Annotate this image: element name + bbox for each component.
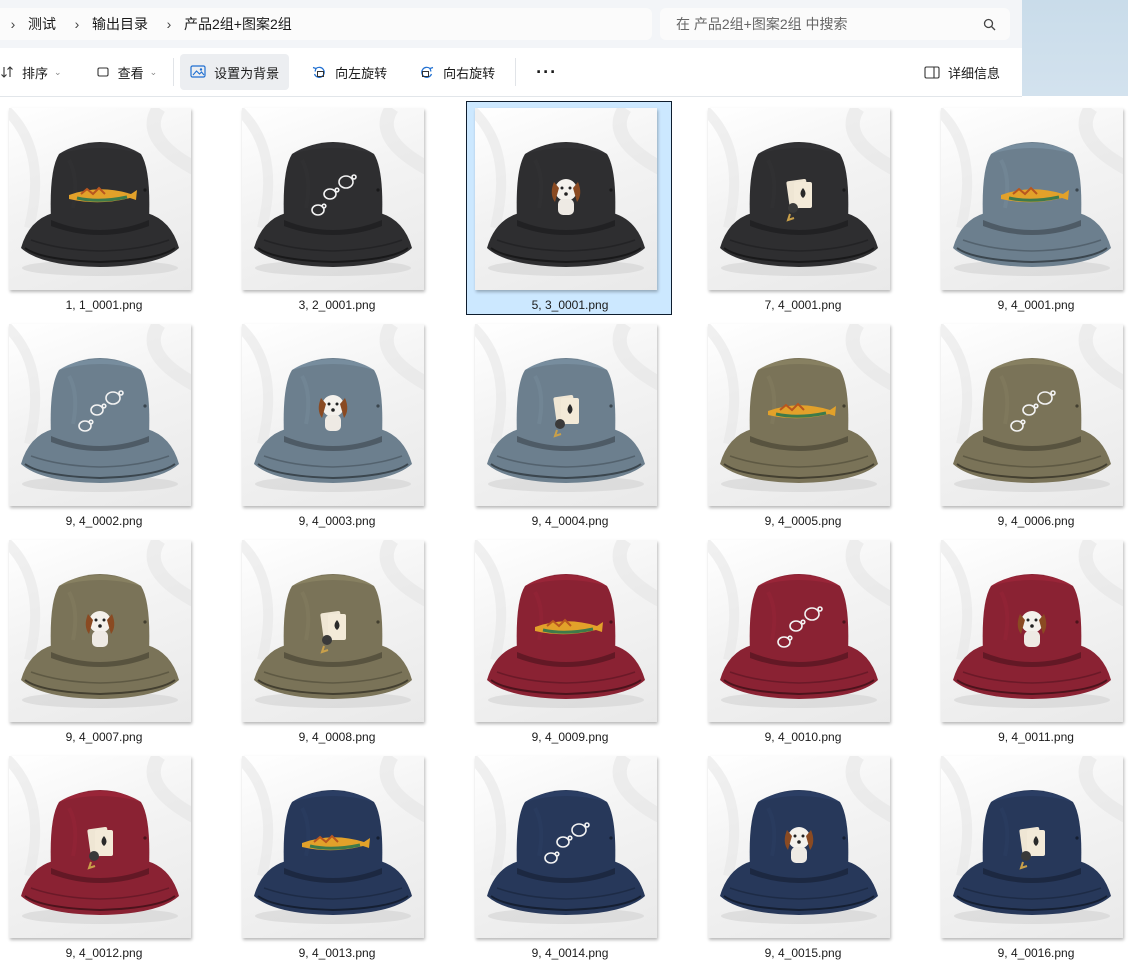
file-item[interactable]: 9, 4_0016.png (932, 749, 1128, 963)
sort-icon (1, 66, 13, 78)
view-icon (97, 67, 109, 77)
sort-label: 排序 (22, 65, 49, 81)
rotate-right-icon (421, 66, 434, 78)
file-thumbnail[interactable] (9, 540, 191, 722)
chevron-right-icon[interactable]: › (64, 16, 90, 32)
rotate-right-label: 向右旋转 (443, 65, 496, 81)
file-name: 9, 4_0016.png (997, 946, 1075, 960)
rotate-right-button[interactable]: 向右旋转 (409, 54, 505, 90)
file-thumbnail[interactable] (708, 540, 890, 722)
file-item[interactable]: 9, 4_0004.png (466, 317, 672, 531)
file-thumbnail[interactable] (242, 324, 424, 506)
set-background-icon (190, 65, 206, 78)
file-name: 9, 4_0012.png (65, 946, 143, 960)
file-thumbnail[interactable] (941, 540, 1123, 722)
toolbar-divider (173, 58, 175, 86)
file-name: 9, 4_0013.png (298, 946, 376, 960)
file-item[interactable]: 9, 4_0010.png (699, 533, 905, 747)
file-item[interactable]: 9, 4_0009.png (466, 533, 672, 747)
file-item[interactable]: 7, 4_0001.png (699, 101, 905, 315)
file-name: 9, 4_0003.png (298, 514, 376, 528)
view-button[interactable]: 查看 ⌄ (86, 54, 168, 90)
file-name: 5, 3_0001.png (531, 298, 609, 312)
file-name: 9, 4_0005.png (764, 514, 842, 528)
file-name: 9, 4_0011.png (998, 730, 1074, 744)
breadcrumb-test[interactable]: 测试 (26, 14, 64, 34)
file-name: 9, 4_0015.png (764, 946, 842, 960)
file-thumbnail[interactable] (941, 108, 1123, 290)
rotate-left-icon (312, 66, 325, 78)
file-name: 9, 4_0002.png (65, 514, 143, 528)
file-item[interactable]: 5, 3_0001.png (466, 101, 672, 315)
file-thumbnail[interactable] (475, 756, 657, 938)
file-name: 9, 4_0007.png (65, 730, 143, 744)
file-item[interactable]: 9, 4_0003.png (233, 317, 439, 531)
more-options-button[interactable]: ··· (522, 54, 571, 90)
file-thumbnail[interactable] (475, 108, 657, 290)
details-pane-icon (924, 65, 940, 79)
details-label: 详细信息 (947, 65, 1000, 81)
file-item[interactable]: 9, 4_0005.png (699, 317, 905, 531)
file-thumbnail[interactable] (242, 108, 424, 290)
rotate-left-button[interactable]: 向左旋转 (301, 54, 397, 90)
rotate-left-label: 向左旋转 (335, 65, 388, 81)
file-thumbnail[interactable] (941, 324, 1123, 506)
file-thumbnail[interactable] (475, 540, 657, 722)
file-name: 9, 4_0010.png (764, 730, 842, 744)
file-item[interactable]: 9, 4_0011.png (932, 533, 1128, 747)
view-label: 查看 (117, 65, 144, 81)
file-name: 9, 4_0006.png (997, 514, 1075, 528)
title-area: › 测试 › 输出目录 › 产品2组+图案2组 (0, 0, 1022, 48)
file-item[interactable]: 9, 4_0015.png (699, 749, 905, 963)
file-thumbnail[interactable] (242, 756, 424, 938)
file-thumbnail[interactable] (475, 324, 657, 506)
file-thumbnail[interactable] (242, 540, 424, 722)
file-name: 9, 4_0004.png (531, 514, 609, 528)
file-thumbnail[interactable] (9, 108, 191, 290)
file-thumbnail[interactable] (708, 756, 890, 938)
file-item[interactable]: 9, 4_0014.png (466, 749, 672, 963)
toolbar-divider (515, 58, 517, 86)
chevron-right-icon[interactable]: › (0, 16, 26, 32)
file-name: 1, 1_0001.png (65, 298, 143, 312)
file-name: 7, 4_0001.png (764, 298, 842, 312)
file-item[interactable]: 9, 4_0013.png (233, 749, 439, 963)
file-name: 9, 4_0001.png (997, 298, 1075, 312)
sort-button[interactable]: 排序 ⌄ (0, 54, 72, 90)
file-thumbnail[interactable] (708, 108, 890, 290)
breadcrumb-current-folder[interactable]: 产品2组+图案2组 (182, 14, 300, 34)
chevron-down-icon: ⌄ (54, 66, 62, 77)
file-thumbnail[interactable] (941, 756, 1123, 938)
file-item[interactable]: 3, 2_0001.png (233, 101, 439, 315)
breadcrumb-output-dir[interactable]: 输出目录 (90, 14, 156, 34)
set-background-label: 设置为背景 (214, 65, 280, 81)
command-bar: 排序 ⌄ 查看 ⌄ 设置为背景 向左旋转 向右旋转 ··· 详细信息 (0, 48, 1022, 97)
file-item[interactable]: 9, 4_0012.png (0, 749, 206, 963)
file-thumbnail[interactable] (9, 324, 191, 506)
file-name: 9, 4_0009.png (531, 730, 609, 744)
chevron-down-icon: ⌄ (149, 66, 158, 77)
file-item[interactable]: 9, 4_0008.png (233, 533, 439, 747)
file-thumbnail[interactable] (708, 324, 890, 506)
chevron-right-icon[interactable]: › (156, 16, 182, 32)
file-item[interactable]: 1, 1_0001.png (0, 101, 206, 315)
details-pane-button[interactable]: 详细信息 (914, 54, 1010, 90)
address-bar[interactable]: › 测试 › 输出目录 › 产品2组+图案2组 (0, 8, 652, 40)
file-name: 9, 4_0008.png (298, 730, 376, 744)
search-box[interactable] (660, 8, 1010, 40)
file-name: 9, 4_0014.png (531, 946, 609, 960)
file-thumbnail[interactable] (9, 756, 191, 938)
file-name: 3, 2_0001.png (298, 298, 376, 312)
search-input[interactable] (674, 15, 968, 33)
set-background-button[interactable]: 设置为背景 (180, 54, 290, 90)
file-item[interactable]: 9, 4_0007.png (0, 533, 206, 747)
file-item[interactable]: 9, 4_0002.png (0, 317, 206, 531)
desktop-background (1022, 0, 1128, 96)
file-item[interactable]: 9, 4_0001.png (932, 101, 1128, 315)
search-icon[interactable] (983, 18, 996, 31)
file-item[interactable]: 9, 4_0006.png (932, 317, 1128, 531)
